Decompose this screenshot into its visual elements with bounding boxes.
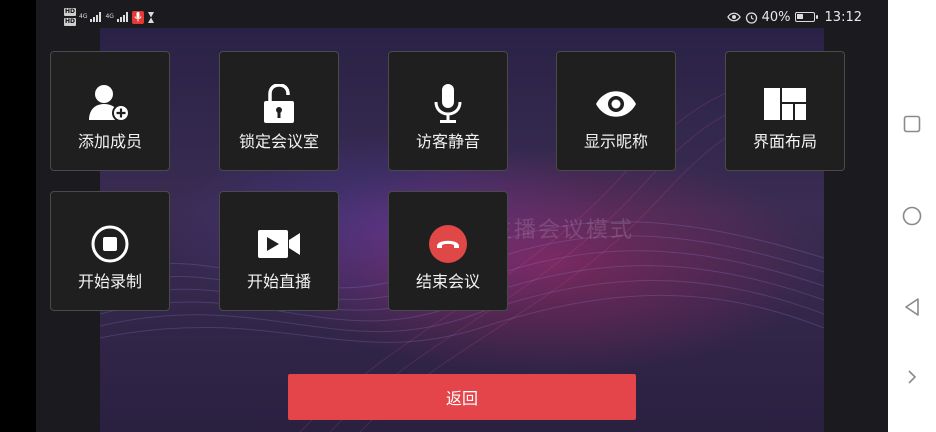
- hourglass-icon: [147, 11, 154, 23]
- end-meeting-button[interactable]: 结束会议: [388, 191, 508, 311]
- status-left-group: HD HD 4G 4G: [64, 6, 155, 28]
- microphone-icon: [389, 84, 507, 124]
- add-member-icon: [51, 84, 169, 124]
- app-screen: 当前为主播会议模式 HD HD 4G 4G 40% 13:12 添加成员 锁定会…: [36, 0, 888, 432]
- layout-grid-icon: [726, 84, 844, 124]
- status-right-group: 40% 13:12: [726, 7, 862, 27]
- tile-label: 结束会议: [415, 272, 480, 291]
- clock: 13:12: [824, 9, 862, 25]
- system-nav-bar: [888, 0, 936, 432]
- tile-label: 开始直播: [246, 272, 311, 291]
- record-stop-icon: [51, 224, 169, 264]
- eye-protection-icon: [726, 12, 741, 22]
- signal-icon: [116, 12, 128, 22]
- back-button[interactable]: 返回: [288, 374, 636, 420]
- show-nickname-button[interactable]: 显示昵称: [556, 51, 676, 171]
- add-member-button[interactable]: 添加成员: [50, 51, 170, 171]
- tile-label: 显示昵称: [583, 132, 648, 151]
- recents-square-icon[interactable]: [902, 114, 922, 134]
- mute-guests-button[interactable]: 访客静音: [388, 51, 508, 171]
- start-recording-button[interactable]: 开始录制: [50, 191, 170, 311]
- tile-label: 添加成员: [77, 132, 142, 151]
- expand-chevron-icon[interactable]: [902, 367, 922, 387]
- home-circle-icon[interactable]: [902, 206, 922, 226]
- hang-up-icon: [389, 224, 507, 264]
- signal-icon: [90, 12, 102, 22]
- signal-label-2: 4G: [105, 13, 114, 20]
- mic-recording-icon: [131, 10, 144, 24]
- left-black-margin: [0, 0, 36, 432]
- tile-label: 开始录制: [77, 272, 142, 291]
- unlock-icon: [220, 84, 338, 124]
- layout-button[interactable]: 界面布局: [725, 51, 845, 171]
- start-live-button[interactable]: 开始直播: [219, 191, 339, 311]
- battery-fill: [796, 14, 803, 19]
- lock-room-button[interactable]: 锁定会议室: [219, 51, 339, 171]
- battery-icon: [794, 12, 818, 22]
- tile-label: 访客静音: [415, 132, 480, 151]
- status-bar: HD HD 4G 4G 40% 13:12: [36, 0, 888, 30]
- back-triangle-icon[interactable]: [902, 297, 922, 317]
- battery-percent: 40%: [761, 9, 791, 25]
- alarm-icon: [745, 11, 757, 24]
- tile-label: 界面布局: [752, 132, 817, 151]
- eye-icon: [557, 84, 675, 124]
- hd-icon: HD HD: [64, 8, 77, 26]
- signal-label-1: 4G: [79, 13, 88, 20]
- video-camera-icon: [220, 224, 338, 264]
- tile-label: 锁定会议室: [238, 132, 319, 151]
